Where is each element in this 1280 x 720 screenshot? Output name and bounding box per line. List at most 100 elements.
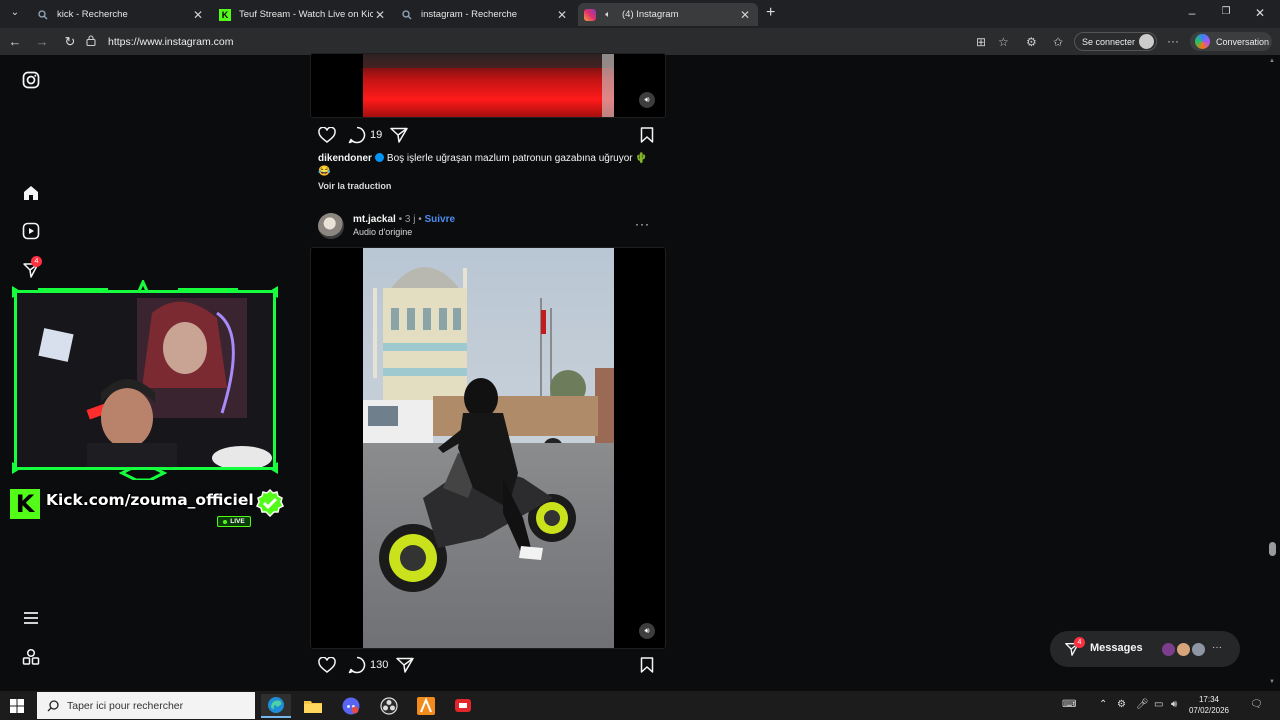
webcam-feed — [14, 290, 276, 470]
tab-instagram[interactable]: 🔈︎ (4) Instagram ✕ — [578, 3, 758, 26]
comment-button[interactable]: 130 — [348, 655, 388, 675]
copilot-icon — [1195, 34, 1210, 49]
scroll-up-icon[interactable]: ▲ — [1269, 58, 1275, 64]
tab-label: Teuf Stream - Watch Live on Kick — [239, 9, 373, 20]
close-tab-icon[interactable]: ✕ — [191, 8, 205, 22]
post2-header-line: mt.jackal • 3 j • Suivre — [353, 214, 455, 225]
page-scrollbar[interactable]: ▲ ▼ — [1266, 55, 1280, 691]
app-orange-taskbar-icon[interactable] — [411, 694, 441, 718]
tab-instagram-search[interactable]: instagram - Recherche ✕ — [395, 3, 575, 26]
post2-video-image — [363, 248, 614, 648]
copilot-label: Conversation — [1216, 36, 1270, 47]
notification-center-icon[interactable]: 🗨︎ — [1250, 699, 1263, 710]
notification-badge: 4 — [31, 256, 42, 267]
forward-arrow-icon[interactable]: → — [33, 33, 51, 51]
taskbar-search-input[interactable]: Taper ici pour rechercher — [37, 692, 255, 719]
like-heart-icon[interactable] — [318, 125, 336, 145]
keyboard-icon[interactable]: ⌨ — [1062, 699, 1076, 710]
home-icon[interactable] — [20, 182, 42, 204]
verified-badge-icon — [374, 153, 384, 162]
direct-messages-icon[interactable]: 4 — [20, 256, 42, 281]
copilot-button[interactable]: Conversation — [1190, 32, 1272, 51]
back-arrow-icon[interactable]: ← — [6, 33, 24, 51]
caption-username[interactable]: dikendoner — [318, 153, 372, 164]
file-explorer-taskbar-icon[interactable] — [298, 694, 328, 718]
windows-taskbar: Taper ici pour rechercher ⌨ ⌃ ⚙ 🎤︎ ▭ 🔊︎ … — [0, 691, 1280, 720]
new-tab-button[interactable]: + — [766, 4, 775, 22]
extensions-icon[interactable]: ⚙ — [1026, 35, 1037, 49]
post1-media[interactable]: 🔊︎ — [310, 53, 666, 118]
kick-channel-url: Kick.com/zouma_officiel — [46, 491, 254, 509]
instagram-logo-icon[interactable] — [20, 69, 42, 91]
more-menu-icon[interactable] — [20, 607, 42, 629]
post2-audio-label[interactable]: Audio d'origine — [353, 227, 412, 237]
obs-taskbar-icon[interactable] — [374, 694, 404, 718]
avatar — [1190, 641, 1207, 658]
share-icon[interactable] — [396, 655, 414, 675]
close-window-icon[interactable]: ✕ — [1250, 6, 1270, 20]
post2-header: mt.jackal • 3 j • Suivre Audio d'origine… — [318, 211, 658, 241]
microphone-icon[interactable]: 🎤︎ — [1136, 699, 1149, 710]
reels-icon[interactable] — [20, 220, 42, 242]
volume-tray-icon[interactable]: 🔊︎ — [1171, 699, 1177, 710]
notification-badge: 4 — [1074, 637, 1085, 648]
tray-app-icon[interactable]: ⚙ — [1117, 699, 1126, 710]
volume-icon[interactable]: 🔊︎ — [639, 92, 655, 108]
save-bookmark-icon[interactable] — [640, 125, 654, 145]
follow-button[interactable]: Suivre — [425, 214, 456, 225]
edge-taskbar-icon[interactable] — [261, 694, 291, 718]
address-bar-row: ← → ↻ https://www.instagram.com ⊞ ☆ ⚙ ✩ … — [0, 28, 1280, 55]
url-text: https://www.instagram.com — [108, 36, 234, 48]
tab-actions-menu-icon[interactable]: ⌄ — [8, 7, 22, 21]
close-tab-icon[interactable]: ✕ — [555, 8, 569, 22]
verified-check-icon — [256, 489, 284, 517]
meta-apps-icon[interactable] — [20, 646, 42, 668]
live-badge: LIVE — [217, 516, 251, 527]
close-tab-icon[interactable]: ✕ — [373, 8, 387, 22]
favorites-icon[interactable]: ✩ — [1053, 35, 1063, 49]
tab-label: instagram - Recherche — [421, 9, 518, 20]
see-translation-link[interactable]: Voir la traduction — [318, 181, 391, 191]
app-available-icon[interactable]: ⊞ — [976, 35, 986, 49]
sign-in-label: Se connecter — [1082, 36, 1136, 47]
search-placeholder: Taper ici pour rechercher — [67, 699, 184, 712]
save-bookmark-icon[interactable] — [640, 655, 654, 675]
scroll-down-icon[interactable]: ▼ — [1269, 679, 1275, 685]
restore-icon[interactable]: ❐ — [1216, 6, 1236, 17]
app-red-taskbar-icon[interactable] — [448, 694, 478, 718]
more-options-icon[interactable]: ··· — [635, 217, 650, 231]
live-dot-icon — [223, 519, 228, 524]
stream-overlay: K Kick.com/zouma_officiel LIVE — [8, 280, 288, 528]
tray-chevron-icon[interactable]: ⌃ — [1099, 699, 1107, 710]
minimize-icon[interactable]: – — [1182, 6, 1202, 20]
refresh-icon[interactable]: ↻ — [61, 33, 79, 51]
more-options-icon[interactable]: ··· — [1167, 34, 1179, 48]
discord-taskbar-icon[interactable] — [336, 694, 366, 718]
volume-icon[interactable]: 🔊︎ — [639, 623, 655, 639]
url-field[interactable]: https://www.instagram.com — [86, 32, 1086, 52]
close-tab-icon[interactable]: ✕ — [738, 8, 752, 22]
browser-tab-bar: ⌄ kick - Recherche ✕ K Teuf Stream - Wat… — [0, 0, 1280, 28]
post2-avatar[interactable] — [318, 213, 344, 239]
network-icon[interactable]: ▭ — [1154, 699, 1163, 710]
profile-avatar — [1139, 34, 1154, 49]
favorite-star-icon[interactable]: ☆ — [998, 35, 1009, 49]
speaker-muted-icon[interactable]: 🔈︎ — [602, 9, 614, 21]
windows-start-icon[interactable] — [10, 699, 24, 718]
search-icon — [37, 9, 49, 21]
post2-time: 3 j — [404, 214, 416, 225]
instagram-page: 4 🔊︎ 19 dikendoner Boş işlerle uğraşan m… — [0, 53, 1280, 691]
taskbar-clock[interactable]: 17:34 07/02/2026 — [1184, 694, 1234, 716]
like-heart-icon[interactable] — [318, 655, 336, 675]
sign-in-button[interactable]: Se connecter — [1074, 32, 1157, 51]
clock-time: 17:34 — [1198, 695, 1220, 704]
share-icon[interactable] — [390, 125, 408, 145]
comment-button[interactable]: 19 — [348, 125, 382, 145]
post2-username[interactable]: mt.jackal — [353, 214, 396, 225]
scrollbar-thumb[interactable] — [1269, 542, 1276, 556]
clock-date: 07/02/2026 — [1188, 706, 1230, 715]
tab-kick-stream[interactable]: K Teuf Stream - Watch Live on Kick ✕ — [213, 3, 393, 26]
post2-media[interactable]: 🔊︎ — [310, 247, 666, 649]
tab-kick-search[interactable]: kick - Recherche ✕ — [31, 3, 211, 26]
messages-button[interactable]: 4 Messages ··· — [1050, 631, 1240, 667]
